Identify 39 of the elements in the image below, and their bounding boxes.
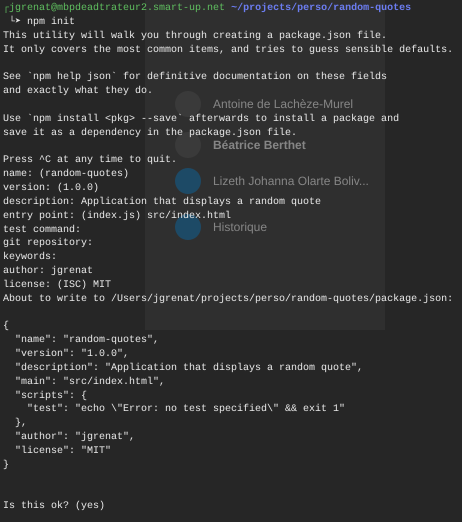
terminal-line: "version": "1.0.0", xyxy=(14,348,130,362)
terminal-line: keywords: xyxy=(3,251,58,266)
confirm-prompt: Is this ok? (yes) xyxy=(3,500,106,514)
terminal-line: } xyxy=(3,458,10,473)
terminal-line: "license": "MIT" xyxy=(14,445,112,459)
terminal-line: description: Application that displays a random quote xyxy=(3,196,322,210)
terminal-line: test command: xyxy=(3,224,82,238)
user-host: jgrenat@mbpdeadtrateur2.smart-up.net xyxy=(9,2,226,16)
avatar-icon xyxy=(175,168,201,194)
terminal-line: This utility will walk you through creating a package.json file. xyxy=(3,30,388,44)
terminal-line: name: (random-quotes) xyxy=(3,168,130,182)
terminal-line: { xyxy=(3,320,10,334)
terminal-line: "name": "random-quotes", xyxy=(14,334,160,348)
terminal-line: version: (1.0.0) xyxy=(3,182,100,196)
terminal-line: entry point: (index.js) src/index.html xyxy=(3,210,232,222)
terminal-line: and exactly what they do. xyxy=(3,85,154,99)
terminal-line: "description": "Application that displays a random quote", xyxy=(14,362,364,376)
contact-name[interactable]: Béatrice Berthet xyxy=(213,138,306,152)
working-directory: ~/projects/perso/random-quotes xyxy=(231,2,412,16)
contact-name[interactable]: Historique xyxy=(213,220,268,234)
terminal-line: About to write to /Users/jgrenat/projects/perso/random-quotes/package.json: xyxy=(3,292,454,307)
prompt-arrow: └➤ xyxy=(8,16,22,30)
contact-name[interactable]: Antoine de Lachèze-Murel xyxy=(213,97,354,111)
terminal-line: Use `npm install <pkg> --save` afterwards to install a package and xyxy=(3,112,400,127)
terminal-line: git repository: xyxy=(3,237,94,252)
terminal-line: "main": "src/index.html", xyxy=(14,376,166,390)
terminal-line: save it as a dependency in the package.json file. xyxy=(3,126,298,140)
terminal-line: Press ^C at any time to quit. xyxy=(3,154,178,168)
command-text: npm init xyxy=(27,16,76,30)
terminal-line: See `npm help json` for definitive documentation on these fields xyxy=(3,71,388,86)
terminal-line: }, xyxy=(14,417,28,432)
prompt-corner: ┌ xyxy=(3,2,10,16)
terminal-line: author: jgrenat xyxy=(3,265,94,279)
terminal-line: "test": "echo \"Error: no test specified\" && exit 1" xyxy=(26,403,346,418)
terminal-line: "author": "jgrenat", xyxy=(14,431,136,445)
contact-name[interactable]: Lizeth Johanna Olarte Boliv... xyxy=(213,174,369,188)
terminal-line: It only covers the most common items, and tries to guess sensible defaults. xyxy=(3,44,454,58)
terminal-line: license: (ISC) MIT xyxy=(3,278,112,293)
terminal-line: "scripts": { xyxy=(14,390,88,404)
